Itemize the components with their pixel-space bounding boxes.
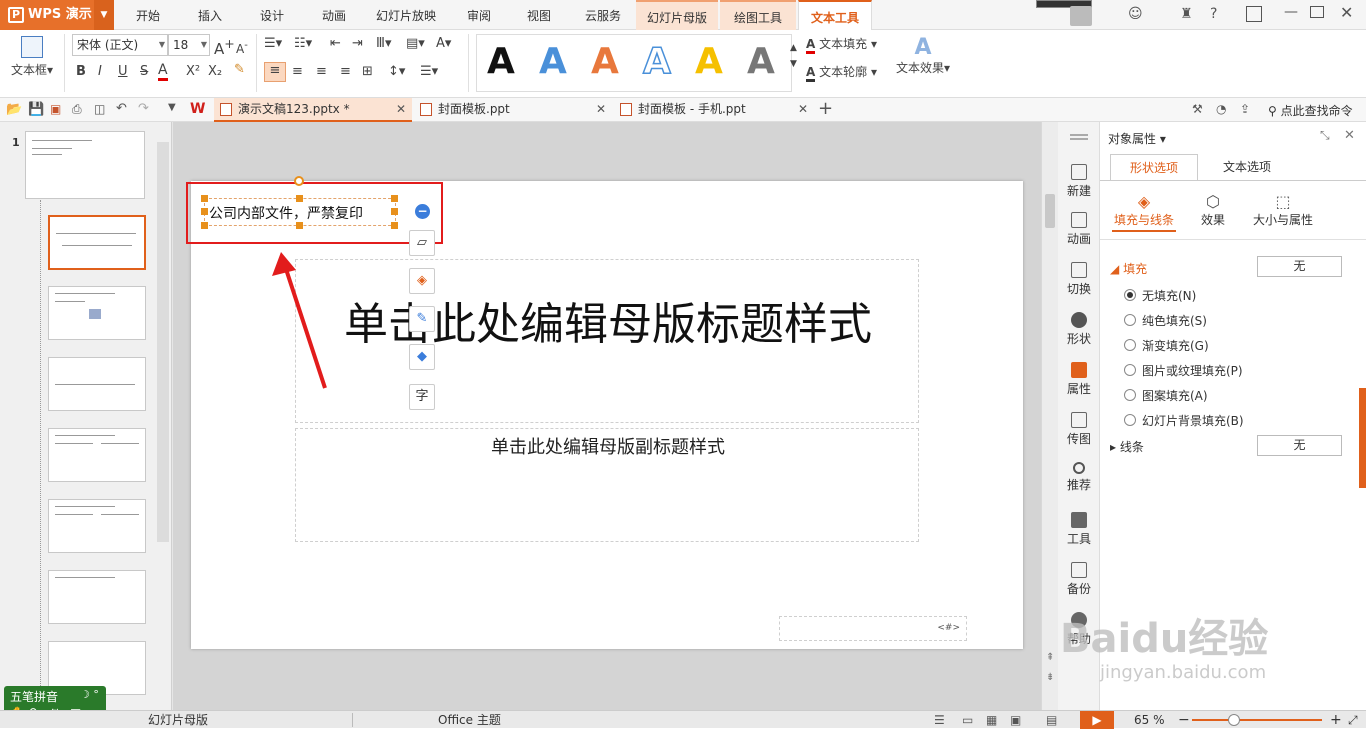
line-value-dropdown[interactable]: 无 [1257,435,1342,456]
radio-label: 图片或纹理填充(P) [1142,364,1243,378]
toolbox-icon [1071,512,1087,528]
status-bar: 幻灯片母版 Office 主题 ☰ ▭ ▦ ▣ ▤ ▶ 65 % − + ⤢ [0,710,1366,729]
side-label: 动画 [1066,232,1091,246]
radio-picture-fill[interactable] [1124,364,1136,376]
side-label: 属性 [1066,382,1091,396]
side-upload-image[interactable]: 传图 [1058,412,1100,447]
subtab-size-property[interactable]: ⬚ 大小与属性 [1250,192,1316,228]
zoom-slider-thumb[interactable] [1228,714,1240,726]
next-slide-icon[interactable]: ⇟ [1046,672,1054,683]
radio-background-fill[interactable] [1124,414,1136,426]
side-label: 工具 [1066,532,1091,546]
shape-icon [1071,312,1087,328]
ime-moon-icon[interactable]: ☽ ° [80,688,99,701]
side-tools[interactable]: 工具 [1058,512,1100,547]
panel-title-text: 对象属性 [1108,132,1157,146]
fill-section-header[interactable]: ◢ 填充 [1110,260,1147,277]
animation-icon [1071,212,1087,228]
subtab-fill-line[interactable]: ◈ 填充与线条 [1112,192,1176,232]
side-label: 推荐 [1066,478,1091,492]
side-transition[interactable]: 切换 [1058,262,1100,297]
reading-view-icon[interactable]: ▣ [1010,711,1021,729]
radio-label: 图案填充(A) [1142,389,1208,403]
fill-value-dropdown[interactable]: 无 [1257,256,1342,277]
panel-title[interactable]: 对象属性 ▾ [1108,130,1166,147]
paint-bucket-icon: ◈ [1137,192,1151,211]
side-label: 备份 [1066,582,1091,596]
status-mode: 幻灯片母版 [148,713,209,727]
recommend-icon [1073,462,1085,474]
cube-icon: ⬡ [1206,192,1220,211]
strip-menu-icon[interactable] [1070,134,1088,136]
sorter-view-icon[interactable]: ▦ [986,711,997,729]
scroll-thumb[interactable] [1045,194,1055,228]
size-icon: ⬚ [1275,192,1291,211]
radio-label: 渐变填充(G) [1142,339,1209,353]
expand-icon: ◢ [1110,262,1120,276]
property-icon [1071,362,1087,378]
new-icon [1071,164,1087,180]
side-label: 传图 [1066,432,1091,446]
play-icon[interactable]: ▶ [1080,711,1114,729]
zoom-out-icon[interactable]: − [1178,711,1190,729]
transition-icon [1071,262,1087,278]
side-backup[interactable]: 备份 [1058,562,1100,597]
subtab-label: 大小与属性 [1252,213,1313,227]
radio-label: 无填充(N) [1142,289,1197,303]
subtab-label: 填充与线条 [1113,213,1174,227]
watermark-url: jingyan.baidu.com [1100,662,1267,683]
subtab-label: 效果 [1200,213,1225,227]
radio-pattern-fill[interactable] [1124,389,1136,401]
side-new[interactable]: 新建 [1058,164,1100,199]
tab-text-options[interactable]: 文本选项 [1200,154,1294,180]
side-label: 新建 [1066,184,1091,198]
collapse-arrow-icon: ▸ [1110,440,1117,454]
watermark-brand: Baidu经验 [1060,616,1269,662]
line-header-text: 线条 [1119,440,1144,454]
notes-icon[interactable]: ☰ [934,711,945,729]
radio-no-fill[interactable] [1124,289,1136,301]
fill-header-text: 填充 [1123,262,1148,276]
radio-label: 幻灯片背景填充(B) [1142,414,1244,428]
zoom-slider[interactable] [1192,719,1322,721]
subtab-effect[interactable]: ⬡ 效果 [1196,192,1230,228]
side-label: 形状 [1066,332,1091,346]
radio-solid-fill[interactable] [1124,314,1136,326]
radio-gradient-fill[interactable] [1124,339,1136,351]
panel-collapse-handle[interactable] [1359,388,1366,488]
image-icon [1071,412,1087,428]
vertical-scrollbar[interactable]: ⇞ ⇟ [1041,122,1058,710]
normal-view-icon[interactable]: ▭ [962,711,973,729]
side-label: 切换 [1066,282,1091,296]
panel-close-icon[interactable]: ✕ [1344,128,1355,143]
tab-shape-options[interactable]: 形状选项 [1110,154,1198,180]
ime-name: 五笔拼音 [10,690,59,704]
side-property[interactable]: 属性 [1058,362,1100,397]
radio-label: 纯色填充(S) [1142,314,1207,328]
table-view-icon[interactable]: ▤ [1046,711,1057,729]
fit-window-icon[interactable]: ⤢ [1348,711,1358,729]
prev-slide-icon[interactable]: ⇞ [1046,652,1054,663]
side-recommend[interactable]: 推荐 [1058,462,1100,493]
status-theme: Office 主题 [438,713,501,727]
side-animation[interactable]: 动画 [1058,212,1100,247]
backup-icon [1071,562,1087,578]
line-section-header[interactable]: ▸ 线条 [1110,438,1144,455]
zoom-in-icon[interactable]: + [1330,711,1342,729]
side-shape[interactable]: 形状 [1058,312,1100,347]
panel-dock-icon[interactable]: ⤡ [1320,128,1330,143]
zoom-value[interactable]: 65 % [1134,711,1165,729]
